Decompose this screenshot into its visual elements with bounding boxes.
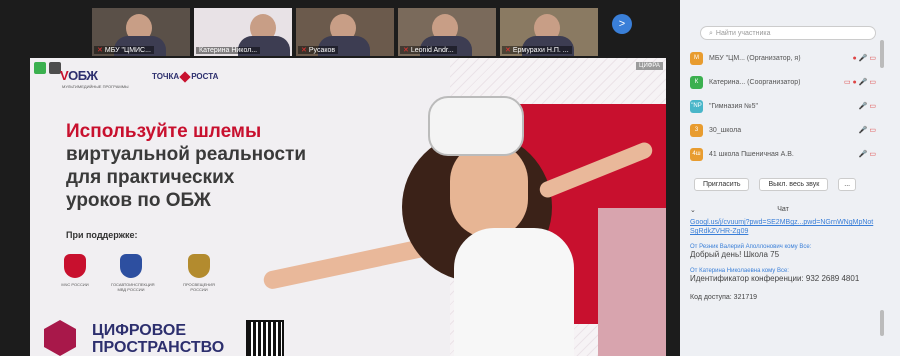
headline-line: виртуальной реальности bbox=[66, 144, 307, 165]
logo-v: V bbox=[60, 68, 69, 83]
vr-headset-illustration bbox=[428, 96, 524, 156]
cifra-title: ЦИФРОВОЕ ПРОСТРАНСТВО bbox=[92, 322, 224, 356]
avatar: К bbox=[690, 75, 703, 89]
participant-list: М МБУ "ЦМ... (Организатор, я) ● 🎤 ▭ К Ка… bbox=[690, 46, 876, 166]
headline-line: уроков по ОБЖ bbox=[66, 190, 211, 211]
chat-scrollbar[interactable] bbox=[880, 310, 884, 336]
chevron-down-icon[interactable]: ⌄ bbox=[690, 206, 696, 214]
search-icon: ⌕ bbox=[709, 30, 713, 37]
more-options-button[interactable]: ... bbox=[838, 178, 857, 191]
video-tile-name: ✕ Ермурахи Н.П. ... bbox=[502, 46, 572, 54]
video-tile[interactable]: ✕ МБУ "ЦМИС... bbox=[92, 8, 190, 56]
video-tile-label: Русаков bbox=[308, 47, 336, 54]
video-tile-label: Leonid Andr... bbox=[410, 47, 454, 54]
share-status-icon[interactable] bbox=[34, 62, 46, 74]
cifra-line: ЦИФРОВОЕ bbox=[92, 322, 187, 339]
avatar: М bbox=[690, 51, 703, 65]
participant-status-icons: ▭ ● 🎤 ▭ bbox=[843, 79, 876, 86]
obzh-logo: VОБЖ bbox=[60, 68, 98, 83]
tochka-dot-icon bbox=[179, 71, 191, 83]
video-tile[interactable]: ✕ Leonid Andr... bbox=[398, 8, 496, 56]
participant-actions: Пригласить Выкл. весь звук ... bbox=[694, 178, 857, 191]
video-tile-label: МБУ "ЦМИС... bbox=[104, 47, 151, 54]
next-videos-button[interactable]: > bbox=[612, 14, 632, 34]
participant-name: МБУ "ЦМ... (Организатор, я) bbox=[709, 54, 801, 62]
video-tile-label: Катерина Никол... bbox=[199, 47, 258, 54]
avatar: 3 bbox=[690, 123, 703, 137]
chat-message: Добрый день! Школа 75 bbox=[690, 250, 780, 259]
chat-messages: Googl.us/j/cvuumj?pwd=SE2MBgz...pwd=NGrn… bbox=[690, 218, 876, 301]
participant-row[interactable]: К Катерина... (Соорганизатор) ▭ ● 🎤 ▭ bbox=[690, 70, 876, 94]
video-tile-name: ✕ Русаков bbox=[298, 46, 339, 54]
participant-name: 41 школа Пшеничная А.В. bbox=[709, 150, 794, 158]
slide-headline: Используйте шлемы виртуальной реальности… bbox=[66, 120, 306, 212]
participant-name: 30_школа bbox=[709, 126, 742, 134]
gai-emblem-icon bbox=[120, 254, 142, 278]
participant-name: "Гимназия №5" bbox=[709, 102, 759, 110]
participant-row[interactable]: М МБУ "ЦМ... (Организатор, я) ● 🎤 ▭ bbox=[690, 46, 876, 70]
video-tile[interactable]: ✕ Русаков bbox=[296, 8, 394, 56]
invite-button[interactable]: Пригласить bbox=[694, 178, 750, 191]
tochka-rosta-logo: ТОЧКА РОСТА bbox=[152, 71, 219, 83]
video-tile[interactable]: Катерина Никол... bbox=[194, 8, 292, 56]
participant-status-icons: 🎤 ▭ bbox=[858, 127, 876, 134]
video-tile-label: Ермурахи Н.П. ... bbox=[512, 47, 569, 54]
avatar: 4ш bbox=[690, 147, 703, 161]
slide-pink-shape bbox=[598, 208, 666, 356]
rosta-label: РОСТА bbox=[191, 72, 219, 81]
participants-scrollbar[interactable] bbox=[880, 40, 884, 68]
tochka-label: ТОЧКА bbox=[152, 72, 180, 81]
chat-header: ⌄ Чат bbox=[690, 206, 876, 214]
chat-link[interactable]: Googl.us/j/cvuumj?pwd=SE2MBgz...pwd=NGrn… bbox=[690, 218, 876, 236]
monitor-frame: ✕ МБУ "ЦМИС... Катерина Никол... ✕ Русаков… bbox=[0, 0, 900, 356]
video-tile-name: ✕ МБУ "ЦМИС... bbox=[94, 46, 154, 54]
video-tile-name: ✕ Leonid Andr... bbox=[400, 46, 457, 54]
cifra-line: ПРОСТРАНСТВО bbox=[92, 339, 225, 356]
chat-message: Идентификатор конференции: 932 2689 4801 bbox=[690, 274, 860, 283]
logo-tagline: МУЛЬТИМЕДИЙНЫЕ ПРОГРАММЫ bbox=[62, 84, 129, 89]
mic-muted-icon: ✕ bbox=[403, 47, 409, 54]
participant-search-input[interactable]: ⌕ Найти участника bbox=[700, 26, 876, 40]
slide-corner-label: ЦИФРА bbox=[636, 62, 663, 70]
headline-line: Используйте шлемы bbox=[66, 121, 262, 142]
headline-line: для практических bbox=[66, 167, 235, 188]
search-placeholder: Найти участника bbox=[715, 30, 771, 37]
qr-code-icon bbox=[246, 320, 284, 356]
video-tile-name: Катерина Никол... bbox=[196, 47, 261, 54]
participant-row[interactable]: 3 30_школа 🎤 ▭ bbox=[690, 118, 876, 142]
shared-screen: VОБЖ МУЛЬТИМЕДИЙНЫЕ ПРОГРАММЫ ТОЧКА РОСТА… bbox=[30, 58, 666, 356]
girl-dress-illustration bbox=[454, 228, 574, 356]
emblem-caption: МЧС РОССИИ bbox=[61, 282, 89, 287]
participant-status-icons: ● 🎤 ▭ bbox=[852, 55, 876, 62]
ministry-emblem-icon bbox=[188, 254, 210, 278]
participant-status-icons: 🎤 ▭ bbox=[858, 103, 876, 110]
video-tile[interactable]: ✕ Ермурахи Н.П. ... bbox=[500, 8, 598, 56]
share-toolbar bbox=[34, 62, 61, 74]
participant-row[interactable]: 4ш 41 школа Пшеничная А.В. 🎤 ▭ bbox=[690, 142, 876, 166]
mchs-emblem-icon bbox=[64, 254, 86, 278]
participant-row[interactable]: "NP "Гимназия №5" 🎤 ▭ bbox=[690, 94, 876, 118]
participant-name: Катерина... (Соорганизатор) bbox=[709, 78, 801, 86]
girl-face-illustration bbox=[450, 142, 528, 238]
logo-text: ОБЖ bbox=[68, 68, 98, 83]
emblem-caption: ПРОСВЕЩЕНИЯ РОССИИ bbox=[183, 282, 215, 292]
cifra-logo-icon bbox=[44, 320, 76, 356]
chat-title: Чат bbox=[777, 206, 789, 213]
mic-muted-icon: ✕ bbox=[97, 47, 103, 54]
mic-muted-icon: ✕ bbox=[505, 47, 511, 54]
support-label: При поддержке: bbox=[66, 230, 138, 240]
emblem-caption: ГОСАВТОИНСПЕКЦИЯ МВД РОССИИ bbox=[111, 282, 155, 292]
mic-muted-icon: ✕ bbox=[301, 47, 307, 54]
participant-status-icons: 🎤 ▭ bbox=[858, 151, 876, 158]
mute-all-button[interactable]: Выкл. весь звук bbox=[759, 178, 829, 191]
video-strip: ✕ МБУ "ЦМИС... Катерина Никол... ✕ Русаков… bbox=[92, 8, 652, 56]
avatar: "NP bbox=[690, 99, 703, 113]
chat-access-code: Код доступа: 321719 bbox=[690, 294, 758, 301]
